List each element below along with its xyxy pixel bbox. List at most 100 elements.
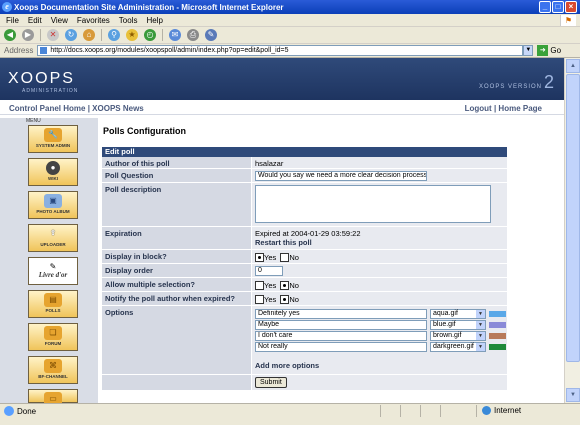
option-color-swatch [489, 311, 506, 317]
nav-left: Control Panel Home | XOOPS News [9, 102, 144, 115]
search-icon[interactable]: ⚲ [108, 29, 120, 41]
row-description: Poll description [102, 183, 507, 227]
nav-xoops-news[interactable]: XOOPS News [92, 104, 144, 113]
option-text-input[interactable]: I don't care [255, 331, 427, 341]
mail-icon[interactable]: ✉ [169, 29, 181, 41]
row-expiration: Expiration Expired at 2004-01-29 03:59:2… [102, 227, 507, 250]
page-done-icon [4, 406, 14, 416]
menu-file[interactable]: File [6, 16, 19, 25]
display-order-input[interactable]: 0 [255, 266, 283, 276]
submit-cell: Submit [252, 375, 507, 391]
module-uploader[interactable]: ⇪ UPLOADER [28, 224, 78, 252]
nav-right: Logout | Home Page [465, 102, 542, 115]
notify-no-radio[interactable] [280, 294, 290, 304]
close-button[interactable]: × [565, 1, 577, 13]
toolbar-separator [162, 29, 163, 41]
menu-view[interactable]: View [51, 16, 68, 25]
back-icon[interactable]: ◀ [4, 29, 16, 41]
row-options: Options Definitely yes aqua.gif ▼ Maybe b… [102, 306, 507, 375]
menu-help[interactable]: Help [146, 16, 162, 25]
option-color-select[interactable]: darkgreen.gif ▼ [430, 342, 486, 352]
status-separator [440, 405, 441, 417]
submit-button[interactable]: Submit [255, 377, 287, 388]
go-button[interactable]: ➜ Go [537, 45, 561, 56]
favorites-icon[interactable]: ★ [126, 29, 138, 41]
folder-icon: ▭ [44, 392, 62, 403]
row-question: Poll Question Would you say we need a mo… [102, 169, 507, 183]
option-text-input[interactable]: Definitely yes [255, 309, 427, 319]
refresh-icon[interactable]: ↻ [65, 29, 77, 41]
question-cell: Would you say we need a more clear decis… [252, 169, 507, 183]
question-input[interactable]: Would you say we need a more clear decis… [255, 171, 427, 181]
edit-icon[interactable]: ✎ [205, 29, 217, 41]
option-color-select[interactable]: aqua.gif ▼ [430, 309, 486, 319]
history-icon[interactable]: ◴ [144, 29, 156, 41]
menu-edit[interactable]: Edit [28, 16, 42, 25]
status-zone: Internet [482, 406, 521, 415]
display-block-no-radio[interactable] [280, 252, 290, 262]
nav-logout[interactable]: Logout [465, 104, 492, 113]
nav-control-panel-home[interactable]: Control Panel Home [9, 104, 85, 113]
option-color-select[interactable]: blue.gif ▼ [430, 320, 486, 330]
question-label: Poll Question [102, 169, 252, 183]
module-bf-channel[interactable]: ⌘ BF-CHANNEL [28, 356, 78, 384]
allow-multiple-yes-radio[interactable] [255, 280, 264, 290]
page-title: Polls Configuration [103, 126, 186, 136]
menu-bar: File Edit View Favorites Tools Help ⚑ [0, 14, 580, 27]
forward-icon[interactable]: ▶ [22, 29, 34, 41]
allow-multiple-no-radio[interactable] [280, 280, 290, 290]
address-label: Address [4, 46, 34, 55]
home-icon[interactable]: ⌂ [83, 29, 95, 41]
notify-label: Notify the poll author when expired? [102, 292, 252, 306]
status-text: Done [17, 406, 37, 416]
xoops-logo-subtitle: ADMINISTRATION [22, 88, 79, 94]
go-arrow-icon: ➜ [537, 45, 549, 56]
expiration-label: Expiration [102, 227, 252, 250]
yes-label: Yes [264, 280, 277, 290]
address-input[interactable]: http://docs.xoops.org/modules/xoopspoll/… [37, 45, 524, 56]
options-cell: Definitely yes aqua.gif ▼ Maybe blue.gif ▼… [252, 306, 507, 375]
notify-yes-radio[interactable] [255, 294, 264, 304]
restart-poll-label[interactable]: Restart this poll [255, 238, 504, 247]
author-label: Author of this poll [102, 157, 252, 169]
option-color-value: aqua.gif [433, 310, 458, 317]
module-partial[interactable]: ▭ [28, 389, 78, 403]
vertical-scrollbar[interactable]: ▲ ▼ [564, 58, 580, 403]
window-title: Xoops Documentation Site Administration … [14, 2, 284, 12]
option-color-swatch [489, 333, 506, 339]
module-system-admin[interactable]: 🔧 SYSTEM ADMIN [28, 125, 78, 153]
status-left: Done [4, 406, 36, 416]
address-dropdown-icon[interactable]: ▼ [523, 45, 534, 56]
module-forum[interactable]: ❏ FORUM [28, 323, 78, 351]
minimize-button[interactable]: _ [539, 1, 551, 13]
version-label: XOOPS VERSION [478, 84, 542, 90]
print-icon[interactable]: ⎙ [187, 29, 199, 41]
display-block-yes-radio[interactable] [255, 252, 264, 262]
option-color-select[interactable]: brown.gif ▼ [430, 331, 486, 341]
author-value: hsalazar [252, 157, 507, 169]
option-text-input[interactable]: Maybe [255, 320, 427, 330]
scroll-down-icon[interactable]: ▼ [566, 388, 580, 402]
module-photo-album[interactable]: ▣ PHOTO ALBUM [28, 191, 78, 219]
status-separator [380, 405, 381, 417]
module-wiki[interactable]: ● WIKI [28, 158, 78, 186]
menu-favorites[interactable]: Favorites [77, 16, 110, 25]
scroll-up-icon[interactable]: ▲ [566, 59, 580, 73]
maximize-button[interactable]: □ [552, 1, 564, 13]
submit-label-cell [102, 375, 252, 391]
module-polls[interactable]: ▤ POLLS [28, 290, 78, 318]
status-separator [420, 405, 421, 417]
scroll-thumb[interactable] [566, 74, 580, 362]
stop-icon[interactable]: ✕ [47, 29, 59, 41]
menu-tools[interactable]: Tools [119, 16, 138, 25]
description-textarea[interactable] [255, 185, 491, 223]
option-text-input[interactable]: Not really [255, 342, 427, 352]
module-livre-dor[interactable]: ✎ Livre d'or [28, 257, 78, 285]
add-more-options-link[interactable]: Add more options [255, 361, 319, 370]
nav-home-page[interactable]: Home Page [498, 104, 542, 113]
form-header: Edit poll [102, 147, 507, 157]
no-label: No [289, 280, 299, 290]
options-label: Options [102, 306, 252, 375]
option-color-swatch [489, 322, 506, 328]
chevron-down-icon: ▼ [476, 343, 485, 351]
